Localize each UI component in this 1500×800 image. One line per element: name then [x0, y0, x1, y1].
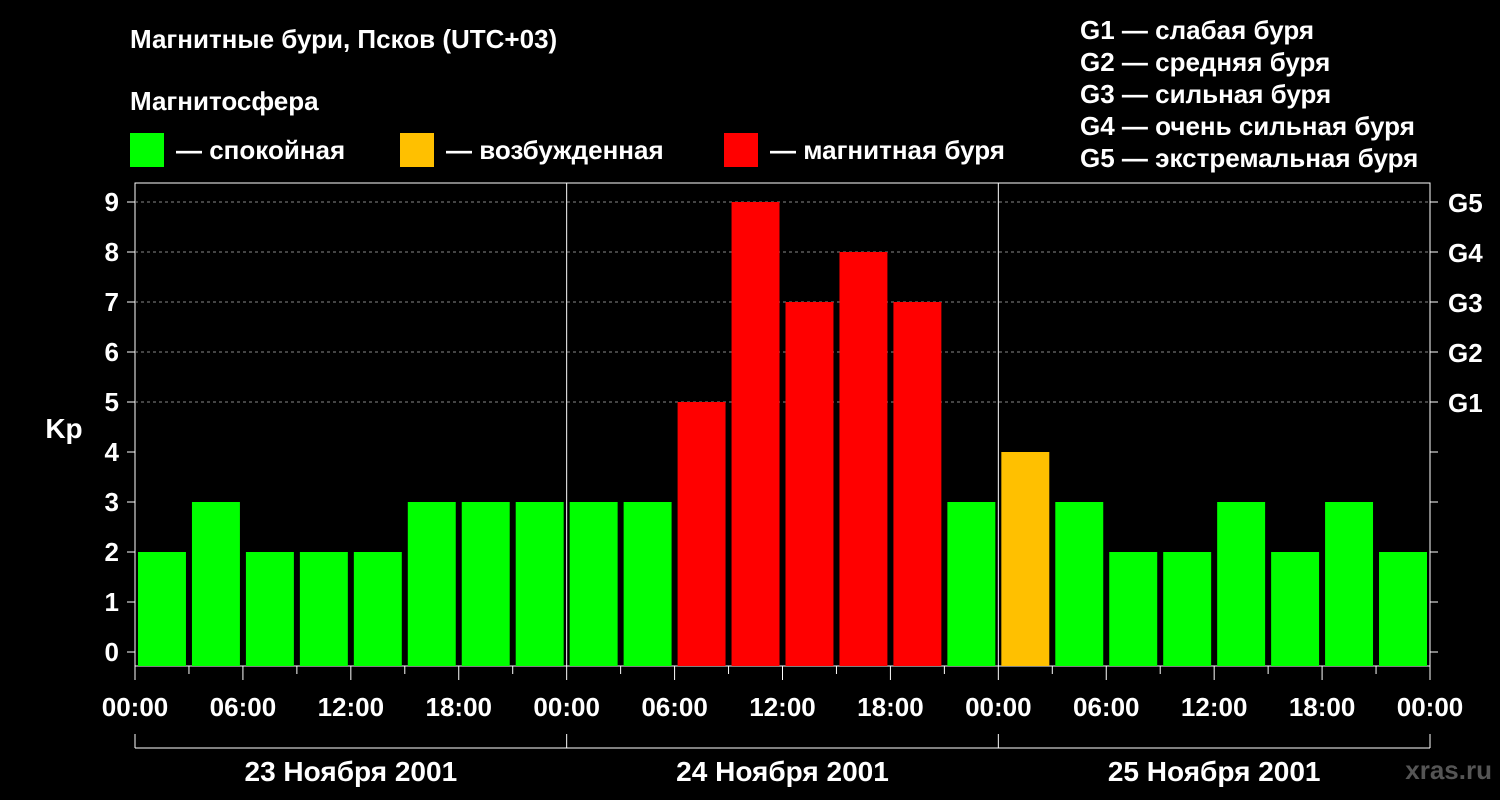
kp-bar	[461, 502, 510, 666]
kp-bar	[191, 502, 240, 666]
y-tick-label: 5	[105, 387, 119, 417]
kp-bar	[947, 502, 996, 666]
x-tick-label: 00:00	[965, 692, 1032, 722]
x-tick-label: 18:00	[1289, 692, 1356, 722]
kp-bar	[299, 552, 348, 666]
y-tick-label: 4	[105, 437, 120, 467]
x-tick-label: 00:00	[1397, 692, 1464, 722]
y-tick-label: 2	[105, 537, 119, 567]
y-tick-label: 1	[105, 587, 119, 617]
y-tick-label: 8	[105, 237, 119, 267]
x-tick-label: 12:00	[1181, 692, 1248, 722]
x-tick-label: 06:00	[210, 692, 277, 722]
kp-bar	[138, 552, 186, 666]
day-label: 25 Ноября 2001	[1108, 756, 1321, 787]
y-tick-label: 7	[105, 287, 119, 317]
kp-bar	[1055, 502, 1104, 666]
g-level-label: G2	[1448, 338, 1483, 368]
kp-bar	[731, 202, 780, 666]
y-tick-label: 9	[105, 187, 119, 217]
x-tick-label: 06:00	[641, 692, 708, 722]
kp-bar	[1163, 552, 1212, 666]
x-tick-label: 12:00	[318, 692, 385, 722]
kp-bar	[785, 302, 834, 666]
kp-bar	[1217, 502, 1266, 666]
x-tick-label: 18:00	[857, 692, 924, 722]
kp-bar	[407, 502, 456, 666]
y-tick-label: 3	[105, 487, 119, 517]
g-level-label: G5	[1448, 188, 1483, 218]
kp-bar	[1001, 452, 1050, 666]
x-tick-label: 06:00	[1073, 692, 1140, 722]
x-tick-label: 00:00	[102, 692, 169, 722]
x-tick-label: 12:00	[749, 692, 816, 722]
y-tick-label: 6	[105, 337, 119, 367]
kp-bar	[245, 552, 294, 666]
kp-bar	[569, 502, 618, 666]
kp-bar	[677, 402, 726, 666]
watermark: xras.ru	[1405, 755, 1492, 785]
kp-bar-chart: 0 1 2 3 4 5 6 7 8 9 G1 G2 G3 G4 G5 Kp 00:00 06:00 12:00 18:…	[45, 182, 1483, 787]
kp-bar	[1271, 552, 1320, 666]
y-axis-label: Kp	[45, 413, 82, 444]
kp-bar	[623, 502, 672, 666]
kp-bar	[515, 502, 564, 666]
kp-bar	[1379, 552, 1427, 666]
kp-bar	[1109, 552, 1158, 666]
y-tick-label: 0	[105, 637, 119, 667]
kp-bar	[893, 302, 942, 666]
g-level-label: G1	[1448, 388, 1483, 418]
x-tick-label: 18:00	[426, 692, 493, 722]
x-tick-label: 00:00	[533, 692, 600, 722]
kp-bar	[839, 252, 888, 666]
day-label: 23 Ноября 2001	[245, 756, 458, 787]
day-label: 24 Ноября 2001	[676, 756, 889, 787]
kp-bar	[353, 552, 402, 666]
g-level-label: G3	[1448, 288, 1483, 318]
g-level-label: G4	[1448, 238, 1483, 268]
kp-bar	[1325, 502, 1374, 666]
